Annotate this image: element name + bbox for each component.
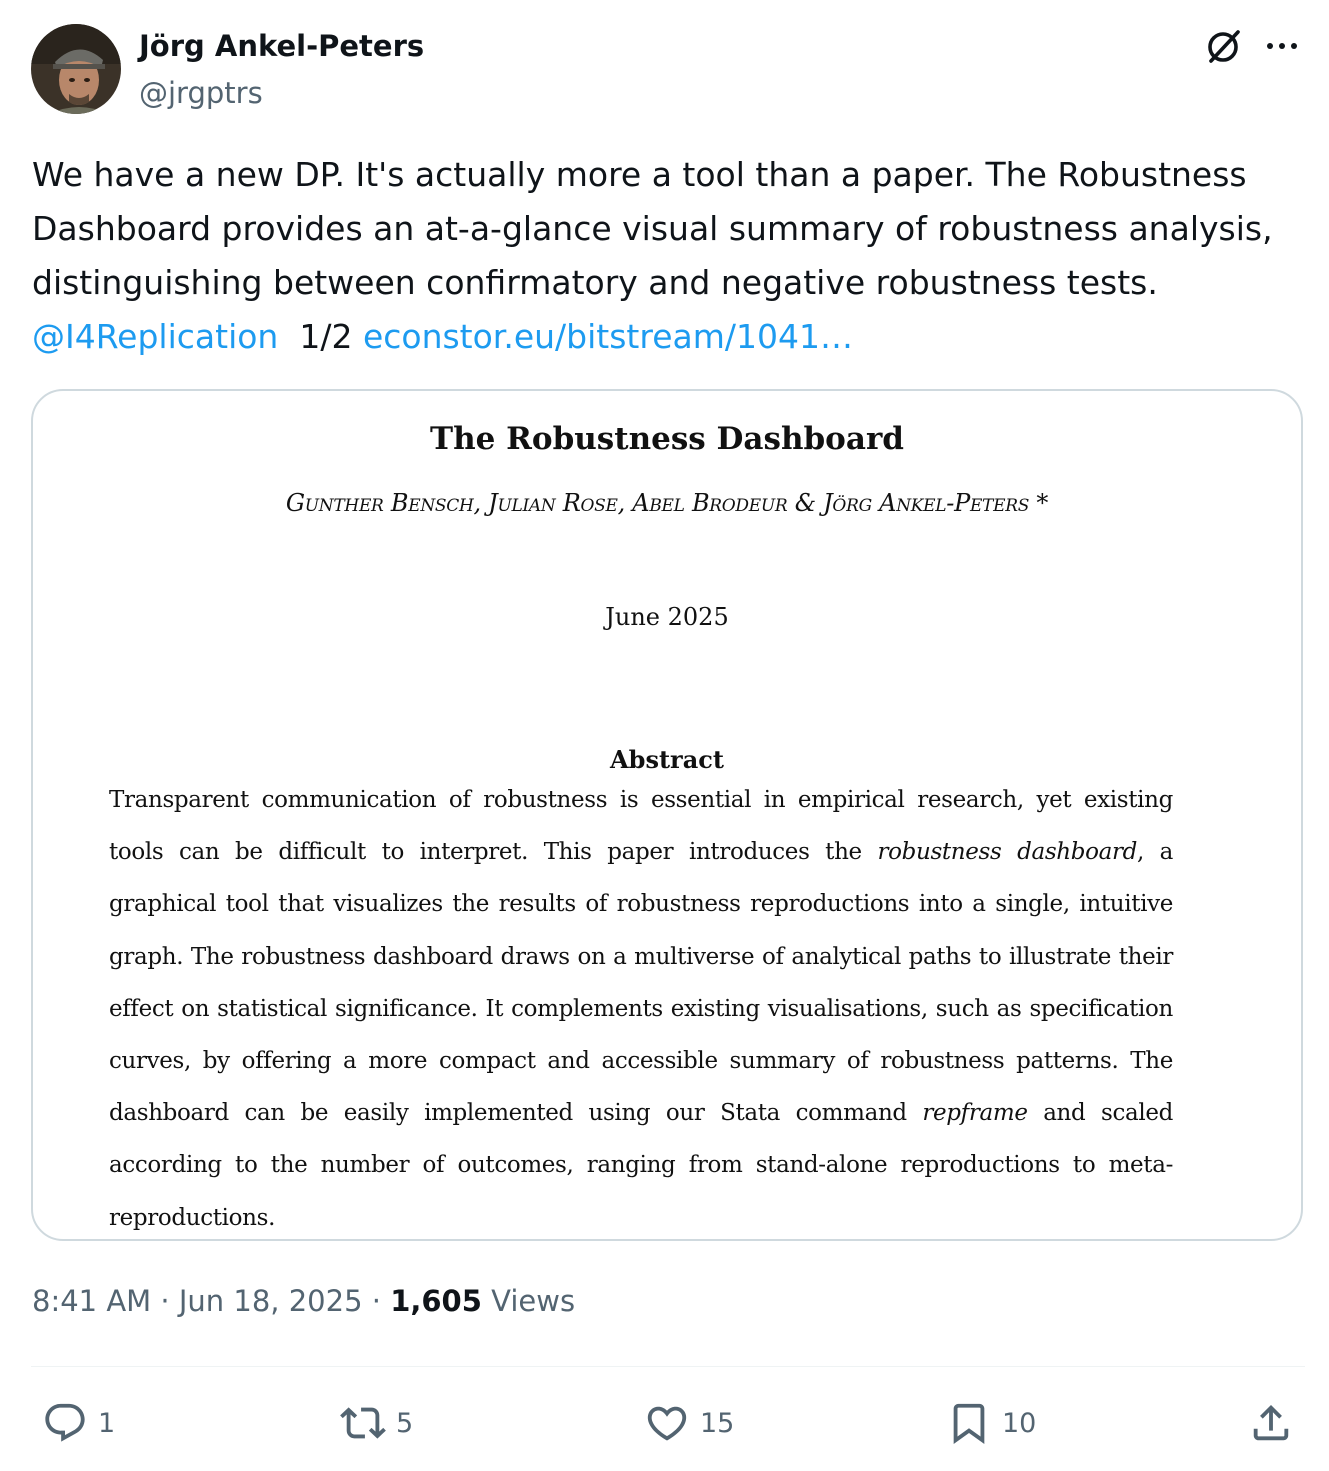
abstract-text-2: , a graphical tool that visualizes the r…	[109, 839, 1173, 1127]
abstract-emphasis-2: repframe	[922, 1100, 1028, 1127]
repost-count: 5	[396, 1407, 414, 1439]
tweet-body: We have a new DP. It's actually more a t…	[32, 155, 1273, 302]
grok-icon[interactable]	[1202, 24, 1246, 68]
thread-marker: 1/2	[299, 317, 353, 356]
paper-authors: Gunther Bensch, Julian Rose, Abel Brodeu…	[285, 489, 1049, 517]
mention-link[interactable]: @I4Replication	[32, 317, 278, 356]
media-card[interactable]: The Robustness Dashboard Gunther Bensch,…	[31, 389, 1303, 1241]
like-button[interactable]: 15	[644, 1396, 734, 1450]
paper-title: The Robustness Dashboard	[430, 421, 904, 457]
tweet-text: We have a new DP. It's actually more a t…	[32, 148, 1302, 364]
share-icon	[1253, 1404, 1289, 1441]
share-button[interactable]	[1248, 1396, 1294, 1450]
tweet-time[interactable]: 8:41 AM	[32, 1284, 151, 1318]
author-handle[interactable]: @jrgptrs	[139, 76, 263, 110]
repost-icon	[340, 1407, 386, 1439]
avatar-image	[31, 24, 121, 114]
like-count: 15	[700, 1407, 735, 1439]
views-label: Views	[491, 1284, 576, 1318]
meta-separator: ·	[371, 1284, 381, 1318]
article-link[interactable]: econstor.eu/bitstream/1041…	[363, 317, 853, 356]
bookmark-button[interactable]: 10	[946, 1396, 1036, 1450]
reply-button[interactable]: 1	[42, 1396, 115, 1450]
bookmark-icon	[953, 1403, 985, 1444]
divider	[31, 1366, 1305, 1367]
repost-button[interactable]: 5	[340, 1396, 413, 1450]
abstract-body: Transparent communication of robustness …	[109, 774, 1173, 1239]
avatar[interactable]	[31, 24, 121, 114]
reply-count: 1	[98, 1407, 116, 1439]
views-count: 1,605	[390, 1284, 482, 1318]
reply-icon	[45, 1403, 85, 1442]
abstract-emphasis-1: robustness dashboard	[877, 839, 1137, 866]
bookmark-count: 10	[1002, 1407, 1037, 1439]
tweet-date[interactable]: Jun 18, 2025	[179, 1284, 363, 1318]
heart-icon	[647, 1406, 687, 1441]
meta-separator: ·	[160, 1284, 170, 1318]
more-icon[interactable]	[1262, 24, 1306, 68]
tweet-meta: 8:41 AM · Jun 18, 2025 · 1,605 Views	[32, 1284, 575, 1318]
author-name[interactable]: Jörg Ankel-Peters	[139, 29, 424, 63]
paper-date: June 2025	[605, 603, 729, 631]
abstract-heading: Abstract	[610, 745, 724, 774]
